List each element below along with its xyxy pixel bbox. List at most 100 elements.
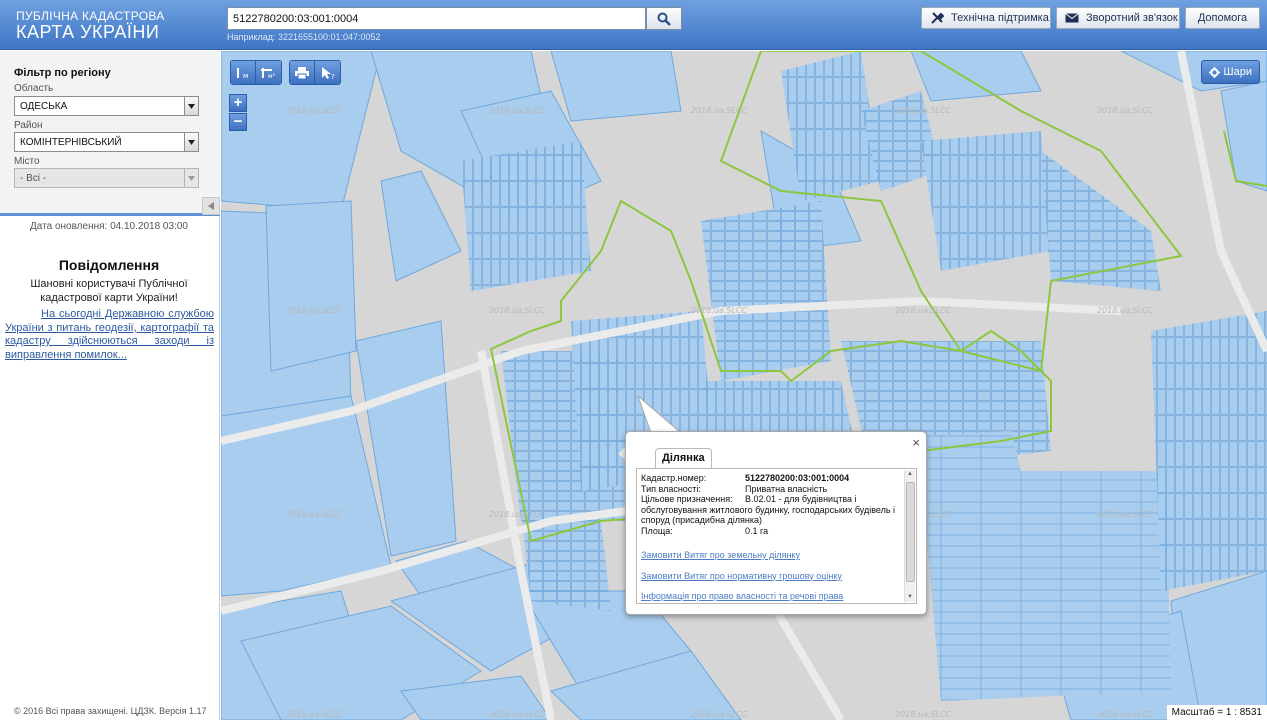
field-key: Цільове призначення: — [641, 494, 733, 504]
svg-text:2018.ua.SLCC: 2018.ua.SLCC — [691, 710, 748, 719]
measure-area-button[interactable]: м² — [256, 61, 281, 84]
raion-value: КОМІНТЕРНІВСЬКИЙ — [20, 137, 122, 148]
misto-select[interactable]: - Всі - — [14, 168, 199, 188]
zoom-in-button[interactable]: + — [229, 94, 247, 112]
tools-icon — [930, 11, 944, 25]
gear-icon — [1208, 66, 1220, 78]
order-parcel-extract-link[interactable]: Замовити Витяг про земельну ділянку — [641, 550, 903, 561]
field-ownership-type: Тип власності: Приватна власність — [641, 484, 903, 495]
message-link[interactable]: На сьогодні Державною службою України з … — [5, 308, 214, 362]
svg-text:2018.ua.SLCC: 2018.ua.SLCC — [895, 106, 952, 115]
svg-text:2018.ua.SLCC: 2018.ua.SLCC — [691, 106, 748, 115]
scale-readout: Масштаб = 1 : 8531 — [1166, 705, 1267, 720]
map-tiles: 2018.ua.SLCC 2018.ua.SLCC 2018.ua.SLCC 201… — [221, 51, 1267, 720]
region-filter: Фільтр по регіону Область ОДЕСЬКА Район … — [0, 51, 220, 216]
field-area: Площа: 0.1 га — [641, 526, 903, 537]
chevron-down-icon — [184, 133, 198, 151]
copyright: © 2016 Всі права захищені. ЦДЗК. Версія … — [14, 706, 207, 716]
support-label: Технічна підтримка — [951, 12, 1049, 24]
field-key: Тип власності: — [641, 483, 701, 494]
help-label: Допомога — [1197, 12, 1248, 24]
measure-tools: м м² — [230, 60, 282, 85]
order-valuation-extract-link[interactable]: Замовити Витяг про нормативну грошову оц… — [641, 571, 903, 582]
svg-text:2018.ua.SLCC: 2018.ua.SLCC — [895, 710, 952, 719]
svg-text:?: ? — [331, 73, 335, 80]
oblast-value: ОДЕСЬКА — [20, 101, 68, 112]
tab-parcel[interactable]: Ділянка — [655, 448, 712, 468]
layers-label: Шари — [1223, 66, 1252, 78]
logo[interactable]: ПУБЛІЧНА КАДАСТРОВА КАРТА УКРАЇНИ — [16, 9, 165, 41]
misto-value: - Всі - — [20, 173, 47, 184]
field-cadastral-number: Кадастр.номер: 5122780200:03:001:0004 — [641, 473, 903, 484]
misto-label: Місто — [14, 156, 40, 167]
field-key: Кадастр.номер: — [641, 473, 707, 483]
feedback-label: Зворотний зв'язок — [1086, 12, 1178, 24]
scroll-down-icon[interactable]: ▼ — [907, 594, 914, 601]
chevron-down-icon — [184, 169, 198, 187]
popup-body: Кадастр.номер: 5122780200:03:001:0004 Ти… — [636, 468, 917, 604]
close-icon[interactable]: × — [912, 436, 920, 449]
identify-button[interactable]: ? — [315, 61, 340, 84]
field-purpose: Цільове призначення: В.02.01 - для будів… — [641, 494, 903, 505]
search-icon — [657, 12, 671, 26]
search-hint: Наприклад: 3221655100:01:047:0052 — [227, 32, 381, 42]
svg-text:м: м — [243, 72, 248, 80]
ownership-info-link[interactable]: Інформація про право власності та речові… — [641, 591, 903, 602]
svg-text:2018.ua.SLCC: 2018.ua.SLCC — [286, 710, 343, 719]
messages-greeting: Шановні користувачі Публічної кадастрово… — [30, 278, 188, 304]
svg-text:2018.ua.SLCC: 2018.ua.SLCC — [489, 510, 546, 519]
header: ПУБЛІЧНА КАДАСТРОВА КАРТА УКРАЇНИ Наприк… — [0, 0, 1267, 50]
svg-text:2018.ua.SLCC: 2018.ua.SLCC — [1097, 306, 1154, 315]
logo-line1: ПУБЛІЧНА КАДАСТРОВА — [16, 9, 165, 23]
oblast-label: Область — [14, 83, 54, 94]
messages-title: Повідомлення — [58, 257, 160, 273]
ruler-area-icon: м² — [260, 67, 276, 80]
popup-scrollbar[interactable]: ▲ ▼ — [904, 470, 915, 602]
print-button[interactable] — [290, 61, 315, 84]
map-canvas[interactable]: 2018.ua.SLCC 2018.ua.SLCC 2018.ua.SLCC 201… — [221, 51, 1267, 720]
field-value: 0.1 га — [745, 525, 769, 536]
extra-tools: ? — [289, 60, 341, 85]
zoom-out-button[interactable]: − — [229, 113, 247, 131]
purpose-continued: обслуговування житлового будинку, господ… — [641, 504, 896, 526]
printer-icon — [295, 66, 309, 79]
scroll-up-icon[interactable]: ▲ — [907, 471, 914, 478]
help-button[interactable]: Допомога — [1185, 7, 1260, 29]
search-input[interactable] — [227, 7, 646, 30]
sidebar: Фільтр по регіону Область ОДЕСЬКА Район … — [0, 51, 220, 720]
oblast-select[interactable]: ОДЕСЬКА — [14, 96, 199, 116]
raion-label: Район — [14, 120, 43, 131]
svg-text:2018.ua.SLCC: 2018.ua.SLCC — [1097, 710, 1154, 719]
svg-text:2018.ua.SLCC: 2018.ua.SLCC — [691, 306, 748, 315]
svg-text:2018.ua.SLCC: 2018.ua.SLCC — [286, 306, 343, 315]
svg-text:2018.ua.SLCC: 2018.ua.SLCC — [1097, 106, 1154, 115]
update-date: Дата оновлення: 04.10.2018 03:00 — [30, 221, 188, 232]
svg-text:м²: м² — [268, 73, 276, 80]
zoom-control: + − — [229, 94, 247, 132]
field-value: 5122780200:03:001:0004 — [745, 473, 850, 483]
collapse-sidebar-button[interactable] — [202, 197, 220, 215]
feedback-button[interactable]: Зворотний зв'язок — [1056, 7, 1180, 29]
search-button[interactable] — [646, 7, 682, 30]
measure-length-button[interactable]: м — [231, 61, 256, 84]
logo-line2: КАРТА УКРАЇНИ — [16, 22, 160, 42]
scrollbar-thumb[interactable] — [906, 482, 915, 582]
raion-select[interactable]: КОМІНТЕРНІВСЬКИЙ — [14, 132, 199, 152]
pointer-question-icon: ? — [321, 66, 335, 80]
svg-text:2018.ua.SLCC: 2018.ua.SLCC — [489, 710, 546, 719]
svg-text:2018.ua.SLCC: 2018.ua.SLCC — [286, 106, 343, 115]
layers-button[interactable]: Шари — [1200, 60, 1260, 84]
ruler-length-icon: м — [237, 67, 248, 80]
search-area: Наприклад: 3221655100:01:047:0052 — [227, 7, 682, 42]
envelope-icon — [1065, 13, 1079, 23]
parcel-info: Кадастр.номер: 5122780200:03:001:0004 Ти… — [641, 473, 903, 602]
svg-text:2018.ua.SLCC: 2018.ua.SLCC — [895, 306, 952, 315]
svg-text:2018.ua.SLCC: 2018.ua.SLCC — [286, 510, 343, 519]
field-value: В.02.01 - для будівництва і — [745, 494, 857, 504]
support-button[interactable]: Технічна підтримка — [921, 7, 1051, 29]
chevron-down-icon — [184, 97, 198, 115]
svg-text:2018.ua.SLCC: 2018.ua.SLCC — [489, 306, 546, 315]
svg-text:2018.ua.SLCC: 2018.ua.SLCC — [1097, 510, 1154, 519]
svg-text:2018.ua.SLCC: 2018.ua.SLCC — [489, 106, 546, 115]
chevron-left-icon — [208, 202, 214, 210]
